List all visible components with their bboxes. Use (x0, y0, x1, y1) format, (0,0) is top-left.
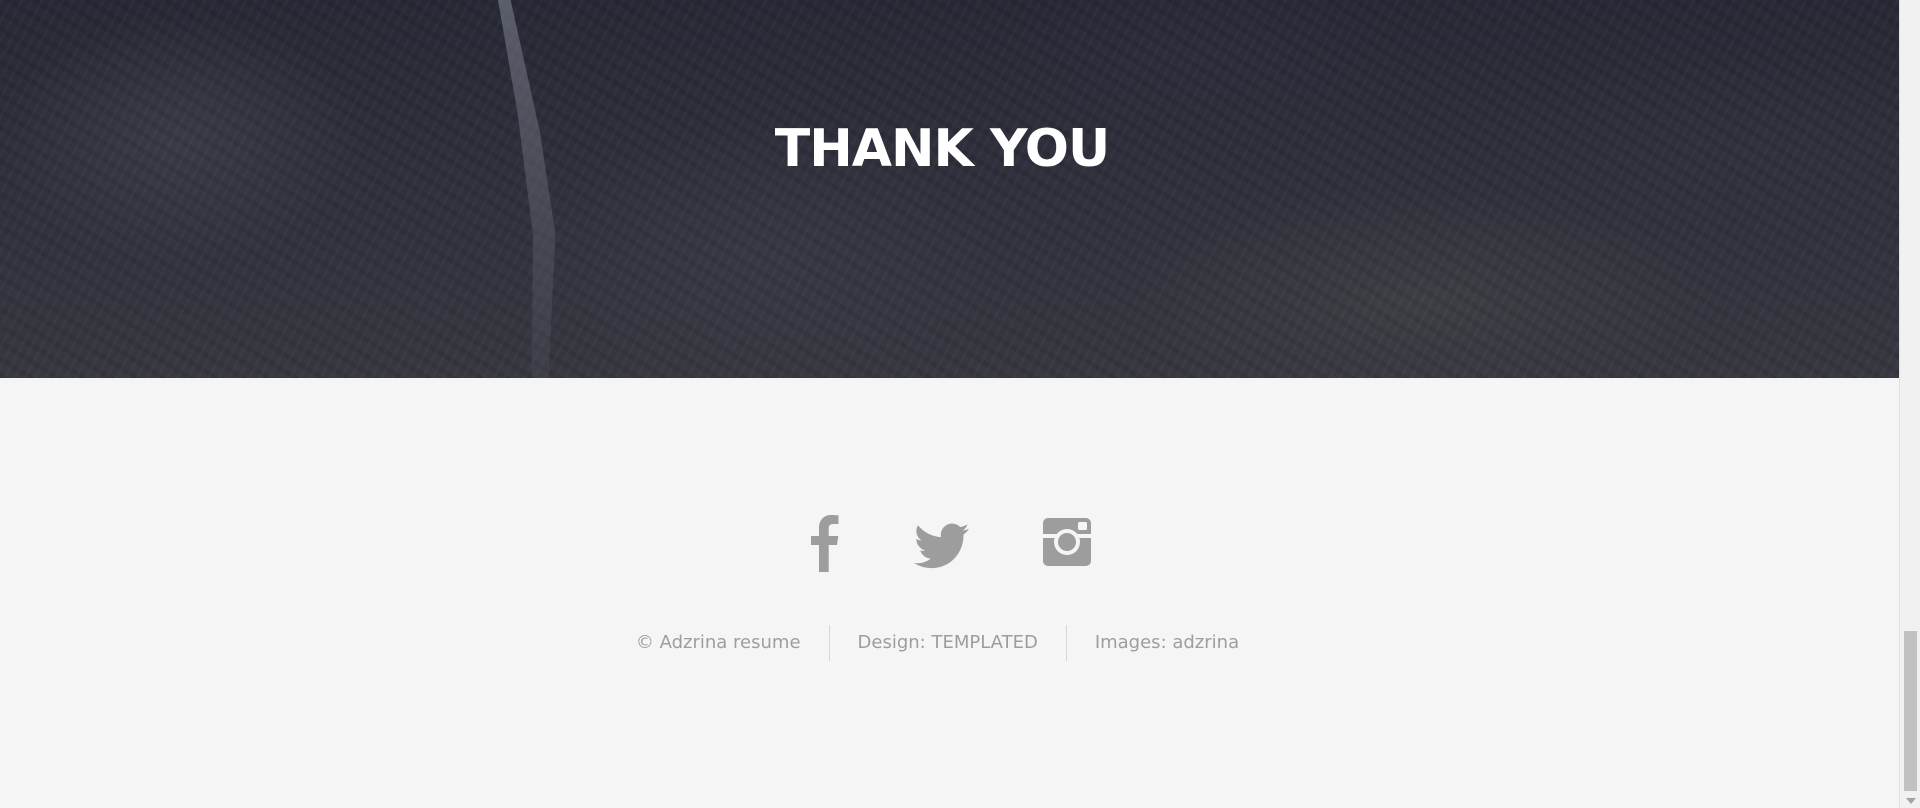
footer-credits: © Adzrina resume Design: TEMPLATED Image… (0, 625, 1887, 661)
banner-overlay (0, 0, 1899, 378)
design-credit: Design: TEMPLATED (828, 625, 1066, 661)
instagram-icon (1043, 518, 1091, 566)
twitter-link[interactable] (914, 512, 970, 572)
facebook-icon (811, 515, 839, 572)
images-credit: Images: adzrina (1065, 625, 1267, 661)
page: THANK YOU © Adzrina resume Design: TEMPL… (0, 0, 1899, 808)
copyright-text: © Adzrina resume (635, 632, 801, 653)
twitter-icon (914, 523, 970, 569)
scroll-down-arrow-icon[interactable] (1906, 798, 1916, 804)
scrollbar-thumb[interactable] (1904, 631, 1917, 791)
facebook-link[interactable] (805, 512, 845, 572)
thank-you-banner: THANK YOU (0, 0, 1899, 378)
banner-title: THANK YOU (774, 119, 1110, 179)
instagram-link[interactable] (1040, 512, 1096, 572)
vertical-scrollbar[interactable] (1899, 0, 1920, 808)
social-links (0, 512, 1899, 572)
